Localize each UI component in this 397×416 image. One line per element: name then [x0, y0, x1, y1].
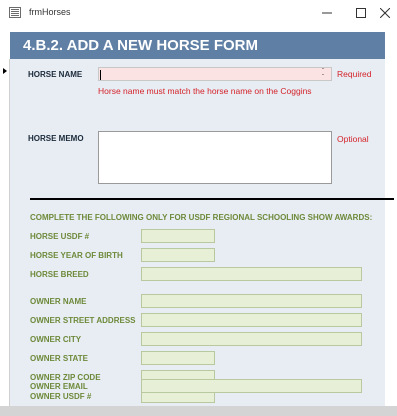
horse-year-of-birth-label: HORSE YEAR OF BIRTH — [30, 251, 123, 260]
horse-name-field[interactable]: ˆˇ — [98, 67, 332, 81]
horse-memo-optional: Optional — [337, 134, 369, 144]
horse-memo-field[interactable] — [98, 131, 332, 184]
owner-usdf-label: OWNER USDF # — [30, 392, 92, 401]
owner-street-address-field[interactable] — [141, 313, 362, 327]
section-note: COMPLETE THE FOLLOWING ONLY FOR USDF REG… — [30, 213, 373, 222]
horse-name-required: Required — [337, 69, 372, 79]
form-detail: HORSE NAME ˆˇ Required Horse name must m… — [10, 59, 394, 406]
owner-zip-code-label: OWNER ZIP CODE — [30, 373, 101, 382]
close-button[interactable] — [367, 0, 397, 26]
current-record-icon — [3, 68, 7, 74]
owner-city-label: OWNER CITY — [30, 335, 82, 344]
spin-arrows-icon[interactable]: ˆˇ — [319, 69, 327, 81]
horse-name-hint: Horse name must match the horse name on … — [98, 86, 312, 96]
owner-email-label: OWNER EMAIL — [30, 382, 88, 391]
form-heading: 4.B.2. ADD A NEW HORSE FORM — [23, 37, 259, 54]
section-divider — [30, 198, 394, 200]
minimize-button[interactable] — [309, 0, 345, 26]
window-title: frmHorses — [29, 7, 71, 17]
owner-city-field[interactable] — [141, 332, 362, 346]
owner-street-address-label: OWNER STREET ADDRESS — [30, 316, 136, 325]
owner-state-field[interactable] — [141, 351, 215, 365]
owner-name-field[interactable] — [141, 294, 362, 308]
horse-breed-field[interactable] — [141, 267, 362, 281]
horse-memo-label: HORSE MEMO — [28, 134, 84, 143]
horse-usdf-field[interactable] — [141, 229, 215, 243]
horse-name-label: HORSE NAME — [28, 70, 83, 79]
horse-usdf-label: HORSE USDF # — [30, 232, 90, 241]
title-bar: frmHorses — [0, 0, 397, 26]
owner-name-label: OWNER NAME — [30, 297, 87, 306]
maximize-icon — [356, 8, 366, 19]
form-area: 4.B.2. ADD A NEW HORSE FORM HORSE NAME ˆ… — [0, 26, 397, 406]
form-header: 4.B.2. ADD A NEW HORSE FORM — [10, 32, 385, 59]
horse-year-of-birth-field[interactable] — [141, 248, 215, 262]
status-bar — [0, 406, 397, 416]
close-icon — [379, 7, 391, 19]
form-icon — [9, 7, 21, 18]
owner-email-field[interactable] — [141, 379, 362, 393]
horse-breed-label: HORSE BREED — [30, 270, 89, 279]
record-selector[interactable] — [0, 59, 10, 406]
owner-state-label: OWNER STATE — [30, 354, 88, 363]
text-cursor — [100, 70, 101, 80]
minimize-icon — [322, 12, 332, 14]
